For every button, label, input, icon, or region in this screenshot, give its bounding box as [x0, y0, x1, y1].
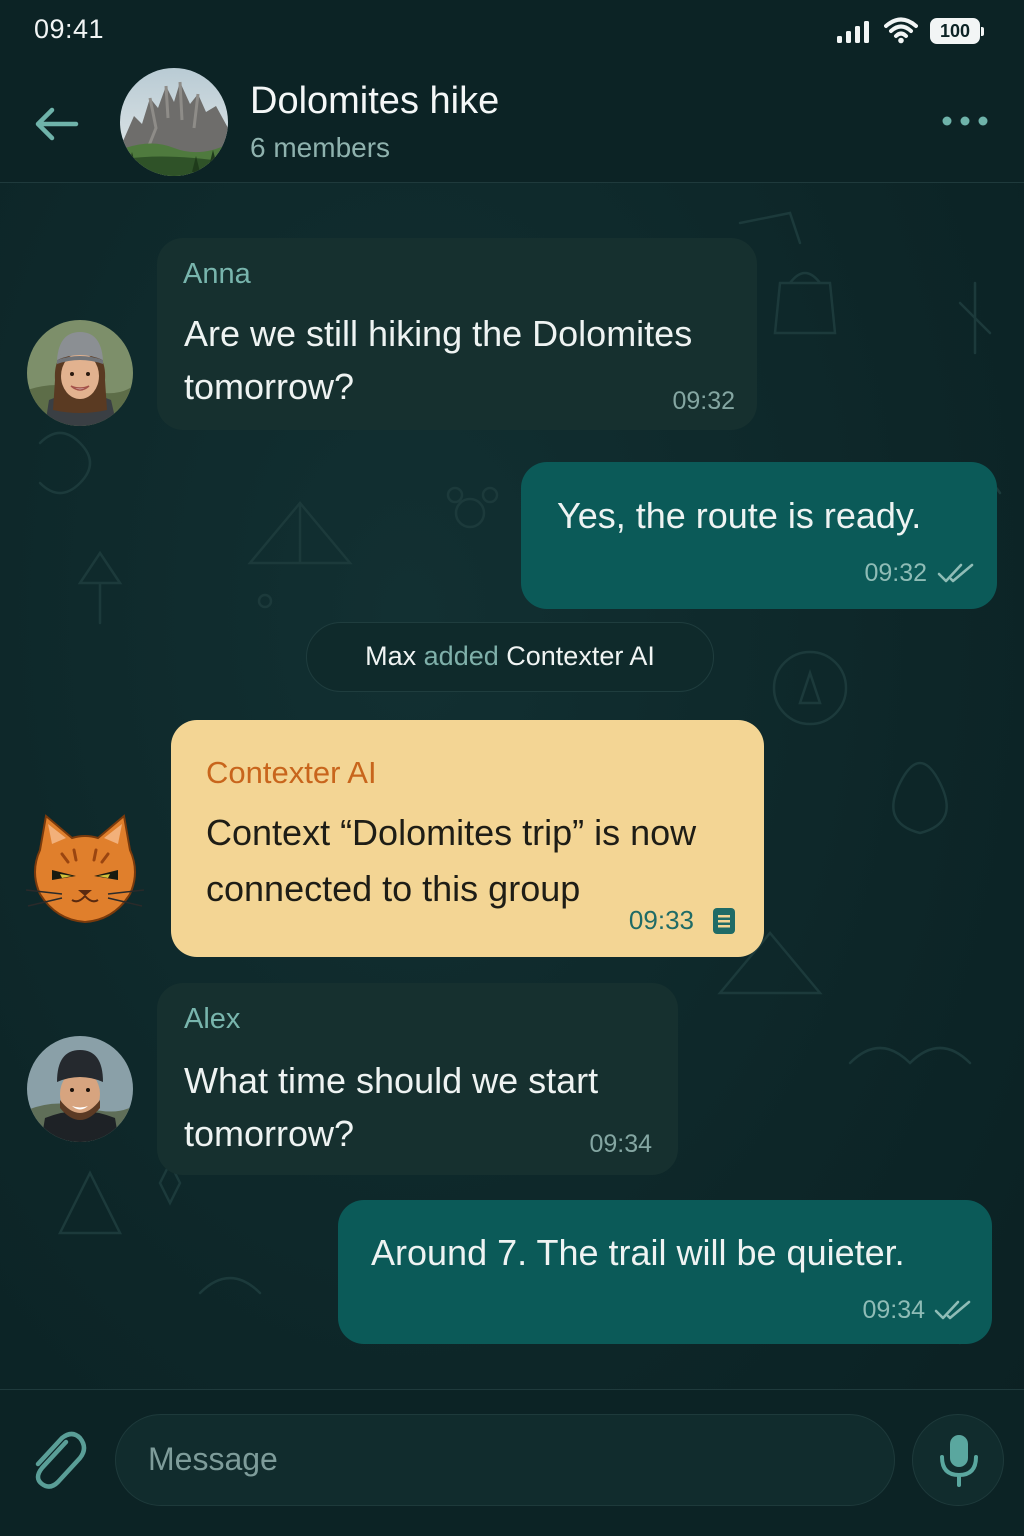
- message-bubble-outgoing[interactable]: Around 7. The trail will be quieter. 09:…: [338, 1200, 992, 1344]
- composer-bar: Message: [0, 1389, 1024, 1536]
- microphone-icon: [940, 1435, 978, 1487]
- more-dots-icon[interactable]: [940, 110, 990, 132]
- chat-screen: 09:41 100 Dolomites hike 6 members Anna …: [0, 0, 1024, 1536]
- message-bubble-incoming[interactable]: Alex What time should we start tomorrow?…: [157, 983, 678, 1175]
- battery-level: 100: [939, 21, 971, 41]
- message-time: 09:32: [864, 559, 927, 587]
- message-bubble-incoming[interactable]: Anna Are we still hiking the Dolomites t…: [157, 238, 757, 430]
- avatar-alex[interactable]: [27, 1036, 133, 1142]
- message-time: 09:34: [589, 1130, 652, 1158]
- paperclip-icon[interactable]: [26, 1426, 88, 1492]
- message-text-line: Context “Dolomites trip” is now: [206, 812, 697, 853]
- message-text-line: What time should we start: [184, 1060, 599, 1101]
- message-text-line: connected to this group: [206, 868, 581, 909]
- message-time: 09:32: [672, 387, 735, 415]
- message-time: 09:34: [862, 1296, 925, 1324]
- system-event-pill: Max added Contexter AI: [306, 622, 714, 692]
- message-bubble-bot[interactable]: Contexter AI Context “Dolomites trip” is…: [171, 720, 764, 957]
- message-text-line: Yes, the route is ready.: [557, 495, 922, 536]
- message-input[interactable]: Message: [115, 1414, 895, 1506]
- system-event-action: added: [423, 641, 499, 671]
- message-bubble-outgoing[interactable]: Yes, the route is ready. 09:32: [521, 462, 997, 609]
- double-check-icon: [937, 563, 974, 583]
- system-event-target: Contexter AI: [506, 641, 655, 671]
- status-bar: 09:41 100: [0, 0, 1024, 64]
- message-text-line: Around 7. The trail will be quieter.: [371, 1232, 905, 1273]
- group-avatar[interactable]: [120, 68, 228, 176]
- message-text-line: Are we still hiking the Dolomites: [184, 313, 693, 354]
- group-member-count[interactable]: 6 members: [250, 132, 390, 164]
- message-sender: Contexter AI: [206, 755, 377, 790]
- arrow-left-icon[interactable]: [28, 102, 82, 146]
- message-text-line: tomorrow?: [184, 1113, 355, 1154]
- double-check-icon: [934, 1300, 971, 1320]
- message-time: 09:33: [628, 905, 694, 935]
- group-title[interactable]: Dolomites hike: [250, 80, 499, 123]
- message-text-line: tomorrow?: [184, 366, 355, 407]
- message-sender: Anna: [183, 258, 251, 290]
- wifi-icon: [884, 17, 918, 44]
- battery-icon: 100: [930, 18, 984, 44]
- message-sender: Alex: [184, 1003, 241, 1035]
- cat-bot-avatar[interactable]: [22, 810, 148, 936]
- status-time: 09:41: [34, 14, 105, 44]
- signal-icon: [837, 21, 869, 43]
- mic-button[interactable]: [912, 1414, 1004, 1506]
- document-icon[interactable]: [712, 907, 736, 935]
- avatar-anna[interactable]: [27, 320, 133, 426]
- chat-header: Dolomites hike 6 members: [0, 64, 1024, 183]
- system-event-actor: Max: [365, 641, 417, 671]
- message-list[interactable]: Anna Are we still hiking the Dolomites t…: [0, 183, 1024, 1389]
